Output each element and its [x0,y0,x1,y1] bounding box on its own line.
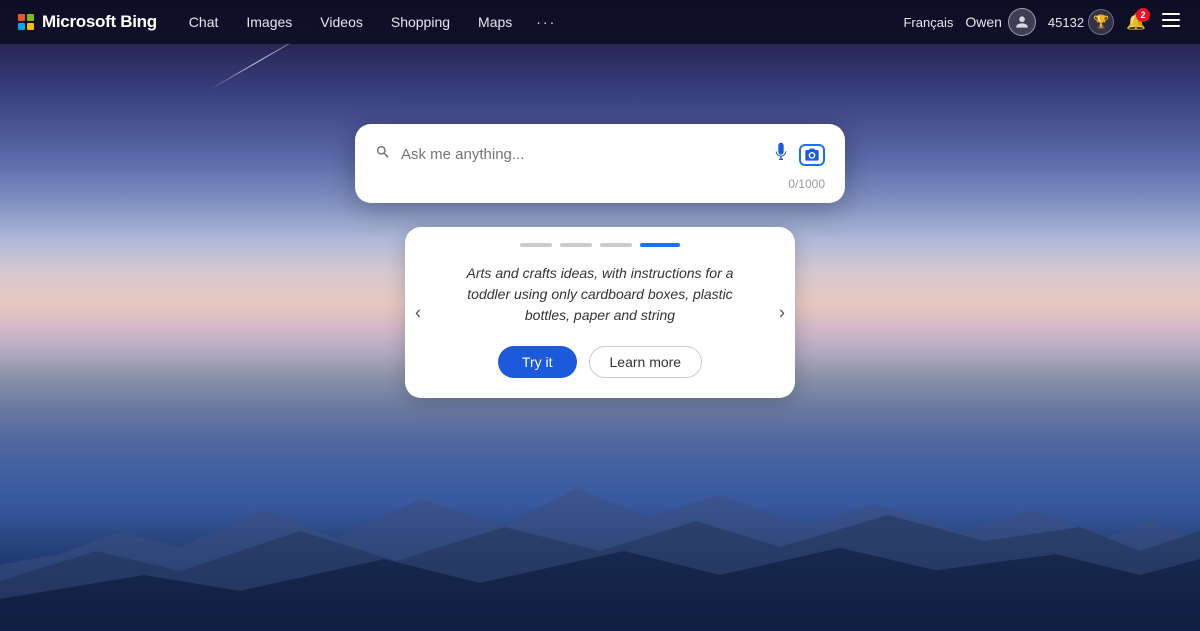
nav-links: Chat Images Videos Shopping Maps ··· [177,8,904,36]
dot-3 [640,243,680,247]
nav-maps[interactable]: Maps [466,8,524,36]
char-count: 0/1000 [375,177,825,191]
dot-0 [520,243,552,247]
user-area[interactable]: Owen [965,8,1036,36]
suggestion-card: ‹ › Arts and crafts ideas, with instruct… [405,227,795,398]
learn-more-button[interactable]: Learn more [589,346,703,378]
dots-indicator [520,243,680,247]
hamburger-menu-icon[interactable] [1158,9,1184,36]
ms-logo-icon [16,12,36,32]
nav-chat[interactable]: Chat [177,8,231,36]
dot-1 [560,243,592,247]
camera-icon[interactable] [799,144,825,166]
notification-badge: 2 [1136,8,1150,22]
dot-2 [600,243,632,247]
nav-images[interactable]: Images [234,8,304,36]
search-actions [771,140,825,169]
user-avatar [1008,8,1036,36]
search-input-row [375,140,825,169]
user-name: Owen [965,14,1002,30]
search-input[interactable] [401,146,761,163]
search-icon [375,144,391,165]
main-content: 0/1000 ‹ › Arts and crafts ideas, with i… [0,44,1200,631]
score-value: 45132 [1048,15,1084,30]
notification-area[interactable]: 🔔 2 [1126,12,1146,32]
next-suggestion-button[interactable]: › [773,298,791,327]
suggestion-text: Arts and crafts ideas, with instructions… [449,263,751,326]
logo-text: Microsoft Bing [42,12,157,32]
nav-videos[interactable]: Videos [308,8,375,36]
try-it-button[interactable]: Try it [498,346,577,378]
nav-more-icon[interactable]: ··· [528,8,564,36]
nav-shopping[interactable]: Shopping [379,8,462,36]
nav-right: Français Owen 45132 🏆 🔔 2 [903,8,1184,36]
score-area[interactable]: 45132 🏆 [1048,9,1114,35]
navbar: Microsoft Bing Chat Images Videos Shoppi… [0,0,1200,44]
search-container: 0/1000 [355,124,845,203]
logo-area[interactable]: Microsoft Bing [16,12,157,32]
suggestion-actions: Try it Learn more [498,346,702,378]
language-selector[interactable]: Français [903,15,953,30]
prev-suggestion-button[interactable]: ‹ [409,298,427,327]
trophy-icon: 🏆 [1088,9,1114,35]
microphone-icon[interactable] [771,140,791,169]
